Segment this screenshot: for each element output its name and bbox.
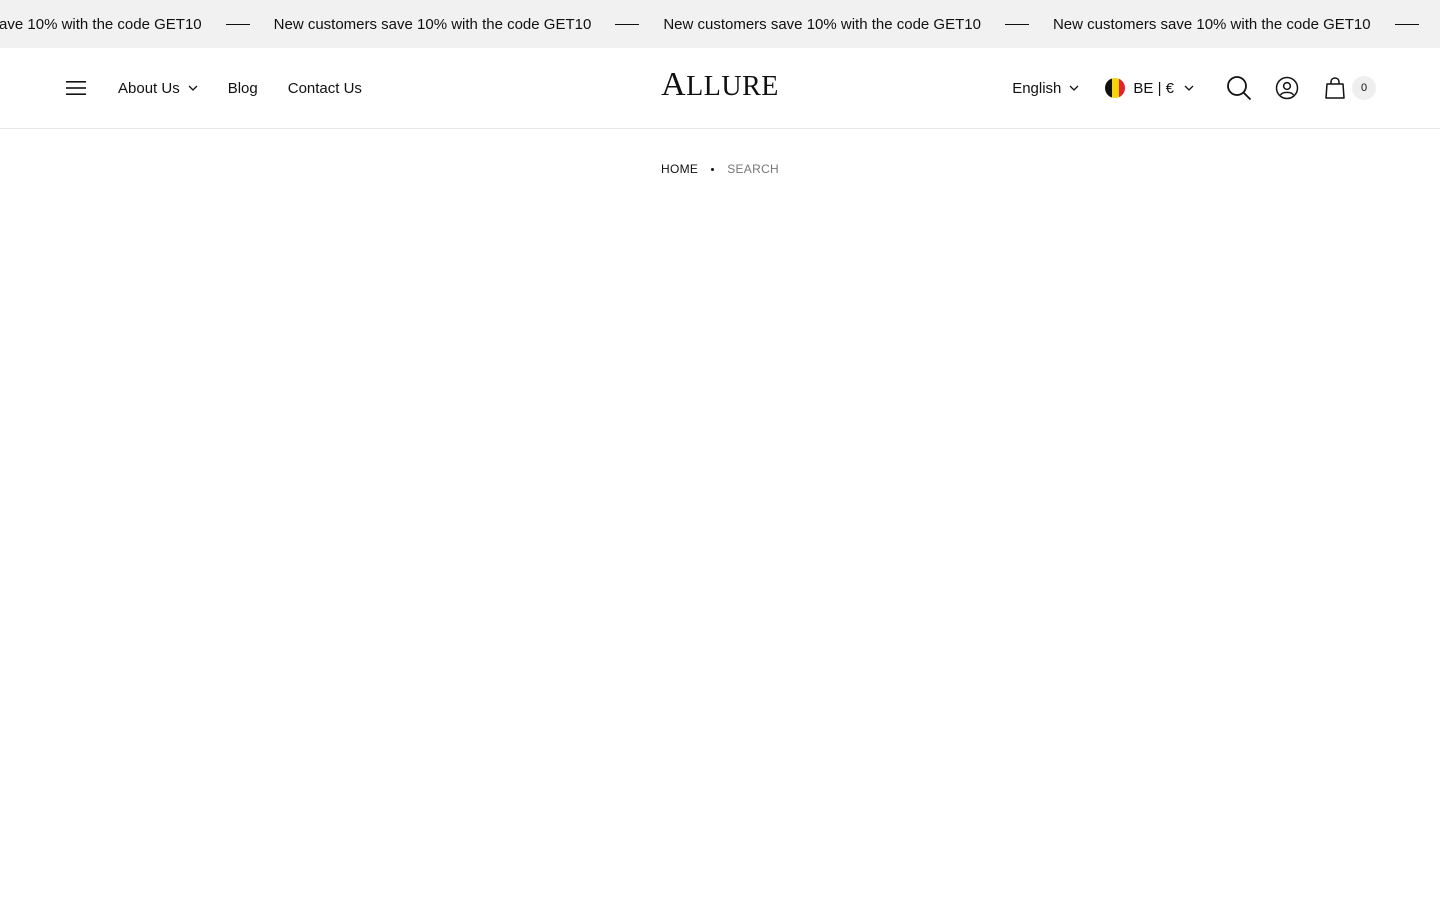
search-icon [1227,76,1251,100]
account-button[interactable] [1274,75,1300,101]
currency-label: BE | € [1133,79,1174,97]
announcement-separator [225,23,250,25]
cart-icon-wrap [1322,75,1348,101]
announcement-item: New customers save 10% with the code GET… [663,16,1053,33]
logo-first-letter: A [661,66,687,103]
announcement-separator [615,23,640,25]
announcement-item: New customers save 10% with the code GET… [1053,16,1440,33]
cart-count-badge: 0 [1352,76,1376,100]
announcement-item: New customers save 10% with the code GET… [274,16,664,33]
announcement-separator [1004,23,1029,25]
breadcrumb-home-link[interactable]: HOME [661,162,698,176]
flag-stripe-black [1105,78,1113,98]
announcement-text: New customers save 10% with the code GET… [1052,15,1371,33]
announcement-track: New customers save 10% with the code GET… [0,0,1440,48]
language-label: English [1012,79,1062,97]
announcement-text: New customers save 10% with the code GET… [0,15,202,33]
chevron-down-icon [1184,85,1194,91]
announcement-separator [1394,23,1419,25]
belgium-flag-icon [1105,78,1126,98]
search-button[interactable] [1226,75,1252,101]
language-selector[interactable]: English [1012,80,1079,97]
announcement-item: New customers save 10% with the code GET… [0,16,274,33]
chevron-down-icon [1069,85,1079,91]
user-icon [1275,76,1299,100]
currency-selector[interactable]: BE | € [1105,78,1194,98]
flag-stripe-red [1118,78,1126,98]
site-header: About Us Blog Contact Us ALLURE English [0,48,1440,129]
announcement-bar: New customers save 10% with the code GET… [0,0,1440,48]
announcement-text: New customers save 10% with the code GET… [273,15,592,33]
logo-rest: LLURE [686,71,779,102]
announcement-text: New customers save 10% with the code GET… [663,15,981,33]
breadcrumb-separator [711,167,715,171]
flag-stripe-yellow [1112,78,1119,98]
cart-button[interactable]: 0 [1322,75,1376,101]
header-tools: English BE | € 0 [1012,48,1376,128]
breadcrumb-current: SEARCH [727,162,779,176]
breadcrumb: HOME SEARCH [0,162,1440,176]
shopping-bag-icon [1325,77,1345,99]
